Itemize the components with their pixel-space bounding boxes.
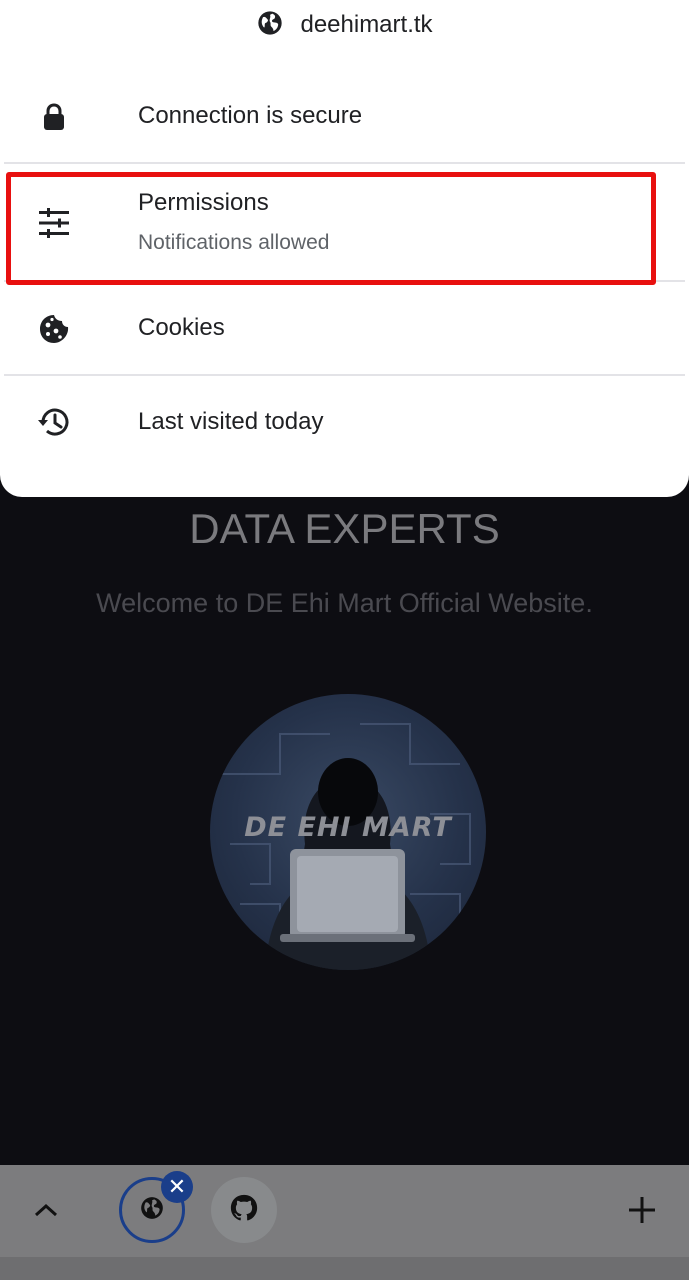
history-row[interactable]: Last visited today bbox=[0, 400, 689, 446]
history-icon bbox=[34, 402, 74, 442]
site-title: DATA EXPERTS bbox=[189, 505, 500, 552]
connection-security-label: Connection is secure bbox=[138, 102, 363, 129]
site-logo: DE EHI MART bbox=[210, 694, 486, 970]
globe-icon bbox=[139, 1195, 165, 1226]
page-info-sheet: deehimart.tk Connection is secure Permis… bbox=[0, 0, 689, 497]
close-tab-button[interactable]: ✕ bbox=[161, 1171, 193, 1203]
lock-icon bbox=[34, 97, 74, 137]
divider bbox=[4, 162, 685, 164]
cookie-icon bbox=[34, 309, 74, 349]
cookies-label: Cookies bbox=[138, 314, 225, 341]
history-label: Last visited today bbox=[138, 408, 324, 435]
chevron-up-icon[interactable] bbox=[26, 1190, 66, 1230]
divider bbox=[4, 374, 685, 376]
close-icon: ✕ bbox=[167, 1174, 187, 1200]
globe-icon bbox=[256, 9, 284, 42]
sheet-header: deehimart.tk bbox=[0, 0, 689, 50]
site-domain: deehimart.tk bbox=[300, 11, 433, 38]
logo-text: DE EHI MART bbox=[244, 812, 452, 843]
plus-icon[interactable] bbox=[622, 1190, 662, 1230]
tab-github[interactable] bbox=[211, 1177, 277, 1243]
site-welcome-text: Welcome to DE Ehi Mart Official Website. bbox=[96, 588, 593, 618]
permissions-highlight-box bbox=[6, 172, 656, 285]
bottom-tab-bar bbox=[0, 1165, 689, 1257]
connection-security-row[interactable]: Connection is secure bbox=[0, 94, 689, 140]
navigation-strip bbox=[0, 1257, 689, 1280]
cookies-row[interactable]: Cookies bbox=[0, 306, 689, 352]
github-icon bbox=[229, 1193, 259, 1228]
